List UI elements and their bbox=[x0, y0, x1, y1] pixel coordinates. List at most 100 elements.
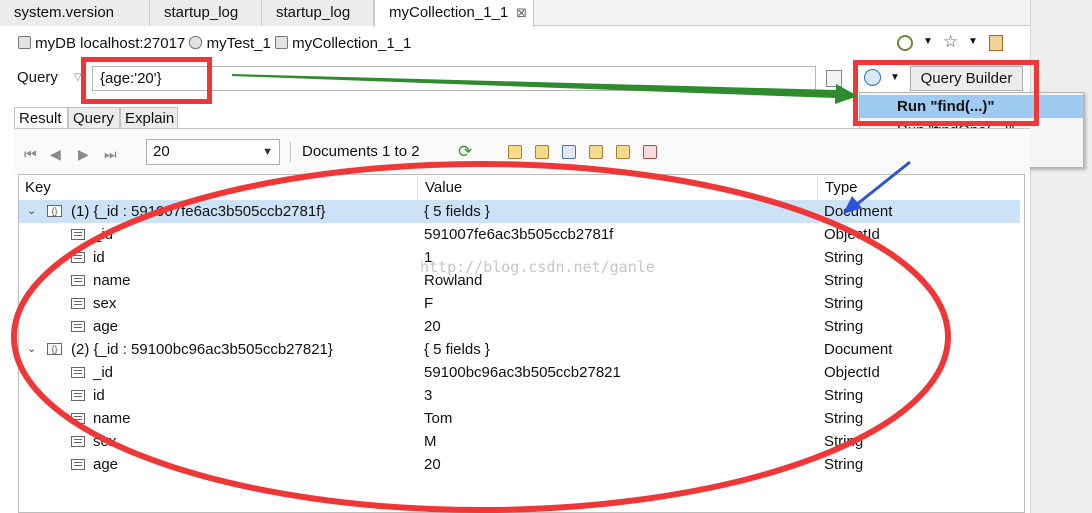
edit-document-icon[interactable] bbox=[562, 145, 576, 159]
collapse-icon[interactable]: ⌄ bbox=[27, 338, 36, 361]
lock-icon[interactable] bbox=[508, 145, 522, 159]
window-edge bbox=[1030, 0, 1092, 513]
table-row[interactable]: sex M String bbox=[19, 430, 1020, 453]
column-key[interactable]: Key bbox=[18, 176, 418, 199]
string-field-icon bbox=[71, 413, 85, 424]
column-type[interactable]: Type bbox=[818, 176, 1025, 199]
tab-startup-log-1[interactable]: startup_log bbox=[150, 0, 262, 26]
row-value: 591007fe6ac3b505ccb2781f bbox=[424, 226, 614, 243]
string-field-icon bbox=[71, 390, 85, 401]
row-key: sex bbox=[93, 433, 117, 450]
tab-system-version[interactable]: system.version bbox=[0, 0, 150, 26]
table-row[interactable]: sex F String bbox=[19, 292, 1020, 315]
first-page-icon[interactable]: ⏮ bbox=[24, 146, 37, 163]
row-value: { 5 fields } bbox=[424, 203, 490, 220]
table-row[interactable]: _id 591007fe6ac3b505ccb2781f ObjectId bbox=[19, 223, 1020, 246]
breadcrumb-server: myDB localhost:27017 bbox=[35, 35, 186, 52]
tab-label: myCollection_1_1 bbox=[389, 4, 509, 21]
row-type: ObjectId bbox=[824, 364, 880, 381]
row-key: name bbox=[93, 272, 131, 289]
copy-document-icon[interactable] bbox=[616, 145, 630, 159]
edit-value-icon[interactable] bbox=[589, 145, 603, 159]
row-key: _id bbox=[93, 364, 114, 381]
tab-explain[interactable]: Explain bbox=[120, 107, 178, 129]
row-value: F bbox=[424, 295, 434, 312]
server-icon bbox=[18, 36, 31, 49]
edit-query-icon[interactable] bbox=[826, 70, 842, 87]
row-type: String bbox=[824, 456, 864, 473]
document-icon: {} bbox=[47, 343, 62, 355]
row-key: id bbox=[93, 387, 105, 404]
string-field-icon bbox=[71, 275, 85, 286]
table-row[interactable]: age 20 String bbox=[19, 315, 1020, 338]
row-key: id bbox=[93, 249, 105, 266]
tab-query[interactable]: Query bbox=[68, 107, 120, 129]
string-field-icon bbox=[71, 436, 85, 447]
page-size-select[interactable]: 20 ▼ bbox=[146, 139, 280, 165]
close-icon[interactable]: ⊠ bbox=[516, 0, 527, 25]
database-icon bbox=[189, 36, 203, 49]
string-field-icon bbox=[71, 252, 85, 263]
table-row[interactable]: name Tom String bbox=[19, 407, 1020, 430]
tab-label: startup_log bbox=[164, 4, 239, 21]
objectid-icon bbox=[71, 367, 85, 378]
row-key: (2) {_id : 59100bc96ac3b505ccb27821} bbox=[71, 341, 333, 358]
history-icon[interactable] bbox=[897, 35, 913, 51]
row-value: 59100bc96ac3b505ccb27821 bbox=[424, 364, 621, 381]
row-type: String bbox=[824, 249, 864, 266]
next-page-icon[interactable]: ▶ bbox=[78, 146, 89, 163]
collapse-icon[interactable]: ⌄ bbox=[27, 200, 36, 223]
chevron-down-icon[interactable]: ▼ bbox=[968, 36, 978, 47]
column-value[interactable]: Value bbox=[418, 176, 818, 199]
toolbar-divider bbox=[290, 142, 291, 162]
annotation-box-query bbox=[81, 57, 212, 104]
table-header: Key Value Type bbox=[18, 176, 1025, 199]
add-document-icon[interactable] bbox=[535, 145, 549, 159]
row-value: { 5 fields } bbox=[424, 341, 490, 358]
row-value: M bbox=[424, 433, 437, 450]
row-value: Tom bbox=[424, 410, 453, 427]
clipboard-icon[interactable] bbox=[989, 35, 1003, 51]
refresh-icon[interactable]: ⟳ bbox=[458, 142, 472, 162]
chevron-down-icon[interactable]: ▼ bbox=[923, 36, 933, 47]
editor-tab-bar: system.version startup_log startup_log m… bbox=[0, 0, 1030, 27]
breadcrumb-collection: myCollection_1_1 bbox=[292, 35, 412, 52]
tab-startup-log-2[interactable]: startup_log bbox=[262, 0, 374, 26]
row-value: 20 bbox=[424, 456, 441, 473]
documents-info: Documents 1 to 2 bbox=[302, 143, 420, 160]
last-page-icon[interactable]: ⏭ bbox=[104, 146, 117, 163]
tab-mycollection[interactable]: myCollection_1_1 ⊠ bbox=[374, 0, 534, 27]
row-type: String bbox=[824, 433, 864, 450]
row-type: String bbox=[824, 295, 864, 312]
row-value: 3 bbox=[424, 387, 433, 404]
row-value: 20 bbox=[424, 318, 441, 335]
document-icon: {} bbox=[47, 205, 62, 217]
row-key: age bbox=[93, 456, 119, 473]
query-label: Query bbox=[17, 69, 58, 86]
table-row[interactable]: _id 59100bc96ac3b505ccb27821 ObjectId bbox=[19, 361, 1020, 384]
previous-page-icon[interactable]: ◀ bbox=[50, 146, 61, 163]
tab-label: startup_log bbox=[276, 4, 351, 21]
objectid-icon bbox=[71, 229, 85, 240]
table-row[interactable]: age 20 String bbox=[19, 453, 1020, 476]
tab-result[interactable]: Result bbox=[14, 107, 68, 129]
star-icon[interactable]: ☆ bbox=[943, 32, 958, 52]
breadcrumb: myDB localhost:27017 myTest_1 myCollecti… bbox=[18, 34, 411, 54]
row-type: Document bbox=[824, 203, 893, 220]
table-row[interactable]: id 3 String bbox=[19, 384, 1020, 407]
row-key: age bbox=[93, 318, 119, 335]
breadcrumb-database: myTest_1 bbox=[206, 35, 271, 52]
table-row-document[interactable]: ⌄ {} (2) {_id : 59100bc96ac3b505ccb27821… bbox=[19, 338, 1020, 361]
delete-document-icon[interactable] bbox=[643, 145, 657, 159]
row-key: (1) {_id : 591007fe6ac3b505ccb2781f} bbox=[71, 203, 326, 220]
row-type: ObjectId bbox=[824, 226, 880, 243]
string-field-icon bbox=[71, 298, 85, 309]
string-field-icon bbox=[71, 459, 85, 470]
row-type: String bbox=[824, 410, 864, 427]
row-key: _id bbox=[93, 226, 114, 243]
table-row-document[interactable]: ⌄ {} (1) {_id : 591007fe6ac3b505ccb2781f… bbox=[19, 200, 1020, 223]
row-type: String bbox=[824, 387, 864, 404]
collection-icon bbox=[274, 36, 288, 49]
annotation-box-run-menu bbox=[853, 60, 1039, 126]
string-field-icon bbox=[71, 321, 85, 332]
